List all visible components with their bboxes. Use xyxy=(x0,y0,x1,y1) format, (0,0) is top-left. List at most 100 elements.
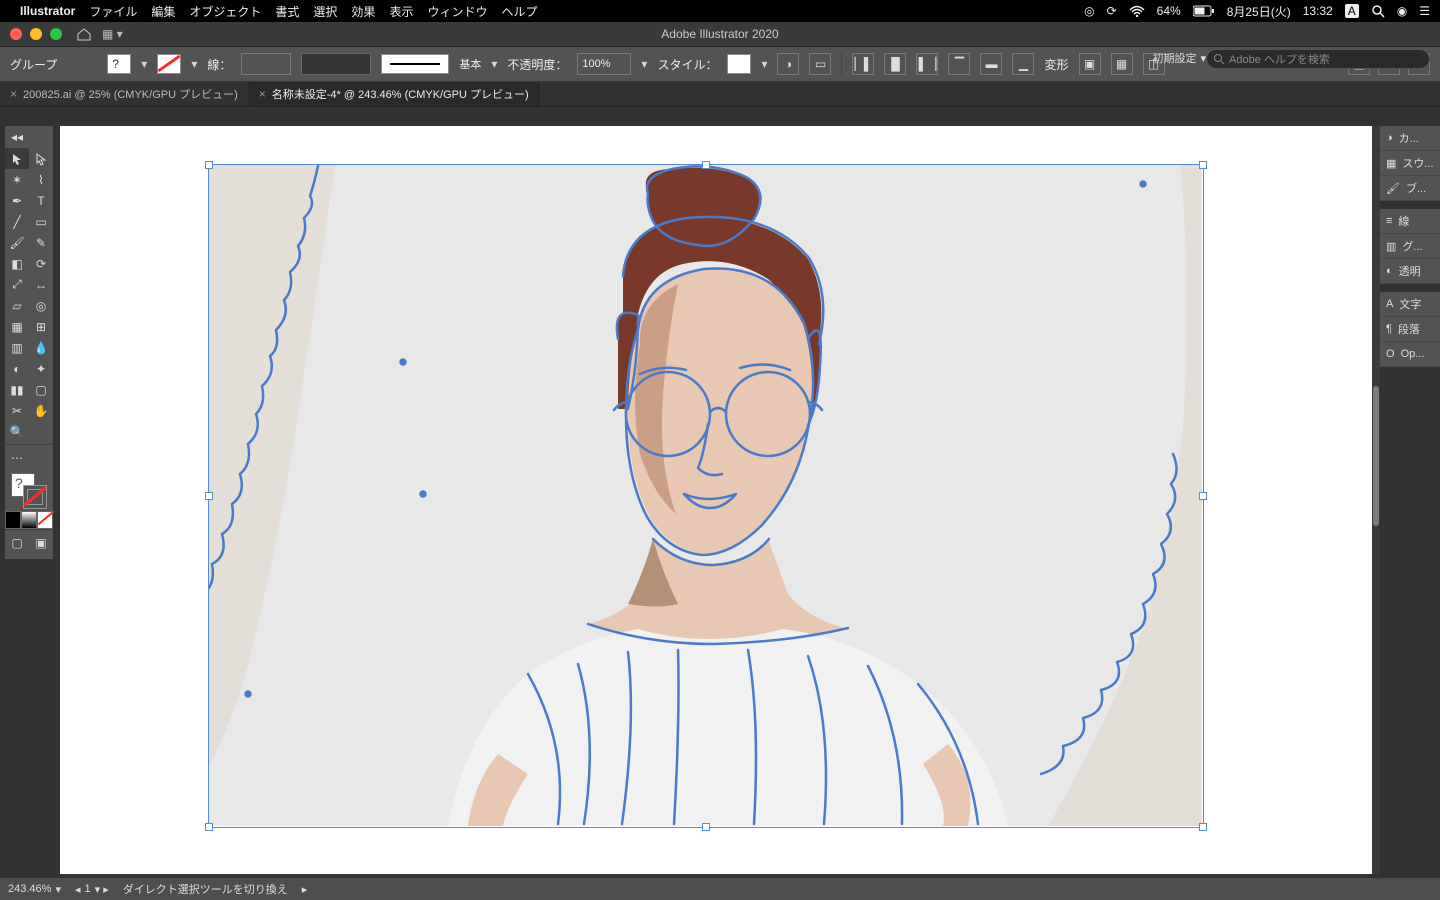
panel-tab-stroke[interactable]: ≡線 xyxy=(1380,209,1440,234)
home-icon[interactable] xyxy=(76,27,92,41)
shape-builder-tool[interactable]: ◎ xyxy=(29,295,53,316)
edit-toolbar-icon[interactable]: ⋯ xyxy=(5,447,29,469)
menu-type[interactable]: 書式 xyxy=(275,3,299,20)
screen-mode-full[interactable]: ▣ xyxy=(29,532,53,553)
magic-wand-tool[interactable]: ✶ xyxy=(5,169,29,190)
panel-tab-transparency[interactable]: ◐透明 xyxy=(1380,259,1440,284)
app-name[interactable]: Illustrator xyxy=(20,4,75,18)
selection-tool[interactable] xyxy=(5,148,29,169)
cc-icon[interactable]: ◎ xyxy=(1084,4,1094,18)
rectangle-tool[interactable]: ▭ xyxy=(29,211,53,232)
fill-stroke-control[interactable]: ? xyxy=(5,469,53,511)
menu-file[interactable]: ファイル xyxy=(89,3,137,20)
siri-icon[interactable]: ◉ xyxy=(1397,4,1407,18)
selection-bounding-box[interactable] xyxy=(208,164,1204,828)
panel-tab-gradient[interactable]: ▥グ... xyxy=(1380,234,1440,259)
arrange-documents-icon[interactable]: ▦ ▾ xyxy=(102,27,123,41)
close-icon[interactable]: × xyxy=(10,87,17,101)
color-mode-none[interactable] xyxy=(37,511,53,529)
recolor-artwork-icon[interactable]: ◑ xyxy=(777,53,799,75)
align-center-v-icon[interactable]: ▬ xyxy=(980,53,1002,75)
artboard-tool[interactable]: ▢ xyxy=(29,379,53,400)
panel-tab-paragraph[interactable]: ¶段落 xyxy=(1380,317,1440,342)
vertical-scrollbar[interactable] xyxy=(1372,126,1380,874)
line-tool[interactable]: ╱ xyxy=(5,211,29,232)
stroke-swatch[interactable] xyxy=(157,54,181,74)
document-tab-1[interactable]: × 200825.ai @ 25% (CMYK/GPU プレビュー) xyxy=(0,82,249,106)
panel-tab-swatches[interactable]: ▦スウ... xyxy=(1380,151,1440,176)
blend-tool[interactable]: ◐ xyxy=(5,358,29,379)
canvas[interactable] xyxy=(60,126,1372,874)
panel-tab-opentype[interactable]: OOp... xyxy=(1380,342,1440,367)
workspace-switcher[interactable]: 初期設定 ▾ xyxy=(1152,49,1206,67)
spotlight-icon[interactable] xyxy=(1371,4,1385,18)
align-center-h-icon[interactable]: ▐▌ xyxy=(884,53,906,75)
pencil-tool[interactable]: ✎ xyxy=(29,232,53,253)
scrollbar-thumb[interactable] xyxy=(1373,386,1379,526)
status-hint-arrow-icon[interactable]: ▸ xyxy=(302,883,308,896)
opacity-chevron-icon[interactable]: ▾ xyxy=(641,57,647,71)
menu-view[interactable]: 表示 xyxy=(389,3,413,20)
zoom-level[interactable]: 243.46% ▾ xyxy=(8,883,61,896)
slice-tool[interactable]: ✂ xyxy=(5,400,29,421)
fill-chevron-icon[interactable]: ▾ xyxy=(141,57,147,71)
menu-effect[interactable]: 効果 xyxy=(351,3,375,20)
graphic-style-swatch[interactable] xyxy=(727,54,751,74)
resize-handle-br[interactable] xyxy=(1199,823,1207,831)
pen-tool[interactable]: ✒ xyxy=(5,190,29,211)
hand-tool[interactable]: ✋ xyxy=(29,400,53,421)
column-graph-tool[interactable]: ▮▮ xyxy=(5,379,29,400)
align-top-icon[interactable]: ▔ xyxy=(948,53,970,75)
wifi-icon[interactable] xyxy=(1129,5,1145,17)
edit-contents-icon[interactable]: ▦ xyxy=(1111,53,1133,75)
panel-tab-brushes[interactable]: 🖌ブ... xyxy=(1380,176,1440,201)
gradient-tool[interactable]: ▥ xyxy=(5,337,29,358)
close-icon[interactable]: × xyxy=(259,87,266,101)
width-tool[interactable]: ↔ xyxy=(29,274,53,295)
type-tool[interactable]: T xyxy=(29,190,53,211)
free-transform-tool[interactable]: ▱ xyxy=(5,295,29,316)
direct-selection-tool[interactable] xyxy=(29,148,53,169)
scale-tool[interactable]: ⤢ xyxy=(5,274,29,295)
fill-swatch[interactable]: ? xyxy=(107,54,131,74)
brush-chevron-icon[interactable]: ▾ xyxy=(491,57,497,71)
mesh-tool[interactable]: ⊞ xyxy=(29,316,53,337)
panel-tab-color[interactable]: ◑カ... xyxy=(1380,126,1440,151)
isolate-group-icon[interactable]: ▣ xyxy=(1079,53,1101,75)
style-chevron-icon[interactable]: ▾ xyxy=(761,57,767,71)
stroke-weight-input[interactable] xyxy=(241,53,291,75)
artboard-nav[interactable]: ◂ 1 ▾ ▸ xyxy=(75,883,109,896)
window-minimize-button[interactable] xyxy=(30,28,42,40)
brush-definition[interactable] xyxy=(381,54,449,74)
sync-icon[interactable]: ⟳ xyxy=(1107,4,1117,18)
perspective-grid-tool[interactable]: ▦ xyxy=(5,316,29,337)
menu-help[interactable]: ヘルプ xyxy=(501,3,537,20)
resize-handle-tr[interactable] xyxy=(1199,161,1207,169)
color-mode-solid[interactable] xyxy=(5,511,21,529)
resize-handle-tc[interactable] xyxy=(702,161,710,169)
transform-label[interactable]: 変形 xyxy=(1044,56,1068,73)
resize-handle-bl[interactable] xyxy=(205,823,213,831)
variable-width-profile[interactable] xyxy=(301,53,371,75)
menu-edit[interactable]: 編集 xyxy=(151,3,175,20)
panel-collapse-icon[interactable]: ◂◂ xyxy=(5,126,29,148)
resize-handle-lc[interactable] xyxy=(205,492,213,500)
align-bottom-icon[interactable]: ▁ xyxy=(1012,53,1034,75)
color-mode-gradient[interactable] xyxy=(21,511,37,529)
stroke-indicator[interactable] xyxy=(23,485,47,509)
zoom-tool[interactable]: 🔍 xyxy=(5,421,29,442)
help-search[interactable]: Adobe ヘルプを検索 xyxy=(1206,49,1430,69)
resize-handle-rc[interactable] xyxy=(1199,492,1207,500)
menubar-date[interactable]: 8月25日(火) xyxy=(1227,3,1291,20)
align-left-icon[interactable]: ▏▌ xyxy=(852,53,874,75)
menu-icon[interactable]: ☰ xyxy=(1419,4,1430,18)
paintbrush-tool[interactable]: 🖌 xyxy=(5,232,29,253)
symbol-sprayer-tool[interactable]: ✦ xyxy=(29,358,53,379)
window-zoom-button[interactable] xyxy=(50,28,62,40)
document-tab-2[interactable]: × 名称未設定-4* @ 243.46% (CMYK/GPU プレビュー) xyxy=(249,82,540,106)
panel-tab-character[interactable]: A文字 xyxy=(1380,292,1440,317)
menu-window[interactable]: ウィンドウ xyxy=(427,3,487,20)
opacity-input[interactable] xyxy=(577,53,631,75)
resize-handle-tl[interactable] xyxy=(205,161,213,169)
stroke-chevron-icon[interactable]: ▾ xyxy=(191,57,197,71)
